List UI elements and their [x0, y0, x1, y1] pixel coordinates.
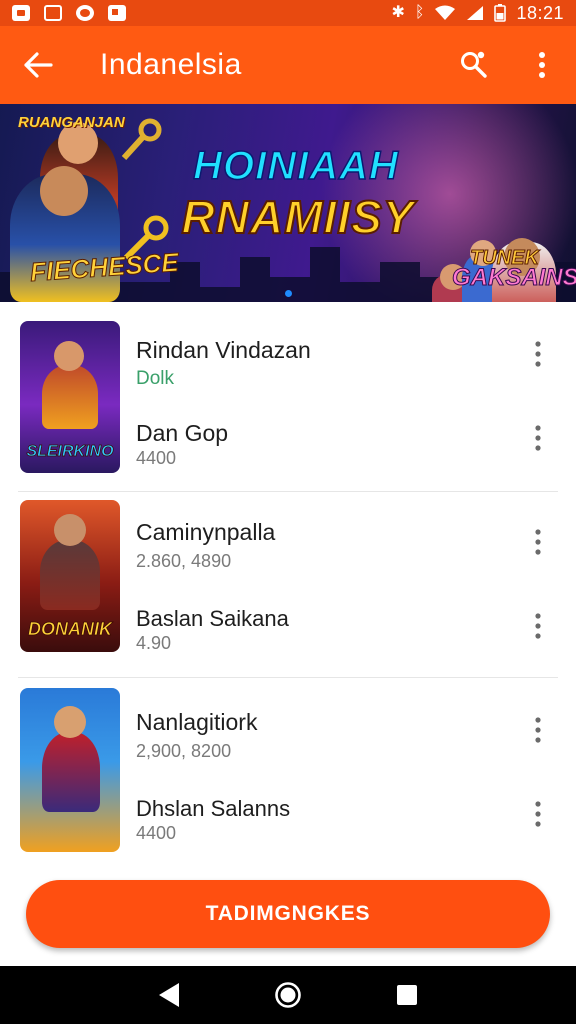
more-vertical-icon	[535, 425, 541, 451]
nav-home-icon	[275, 982, 301, 1008]
share-icon	[461, 51, 487, 78]
item-title: Baslan Saikana	[136, 606, 289, 631]
more-vertical-icon	[539, 52, 545, 78]
list-item[interactable]: Nanlagitiork 2,900, 8200 Dhslan Salanns …	[0, 678, 576, 866]
back-button[interactable]	[0, 26, 76, 104]
game-thumbnail[interactable]	[20, 688, 120, 852]
item-subtitle: Dolk	[136, 368, 175, 389]
character-illustration	[42, 365, 98, 429]
app-bar: Indanelsia	[0, 26, 576, 104]
more-vertical-icon	[535, 717, 541, 743]
character-illustration	[42, 732, 100, 812]
item-subtitle: 4.90	[136, 633, 172, 653]
item-subtitle: 2.860, 4890	[136, 551, 232, 571]
signal-icon	[467, 6, 484, 20]
item-subtitle: 4400	[136, 823, 177, 843]
nav-recents-button[interactable]	[387, 975, 427, 1015]
character-illustration	[54, 341, 84, 371]
item-title: Rindan Vindazan	[136, 337, 311, 363]
more-vertical-icon	[535, 801, 541, 827]
system-navigation-bar	[0, 966, 576, 1024]
item-title: Dan Gop	[136, 420, 229, 446]
nav-home-button[interactable]	[268, 975, 308, 1015]
thumbnail-label: SLEIRKINO	[26, 443, 114, 461]
arrow-left-icon	[24, 52, 53, 78]
share-button[interactable]	[440, 26, 508, 104]
promo-banner[interactable]: RUANGANJAN FIECHESCE HOINIAAH RNAMIISY T…	[0, 104, 576, 302]
notification-icon	[12, 5, 30, 21]
carousel-indicator[interactable]	[285, 290, 292, 297]
item-title: Nanlagitiork	[136, 709, 258, 735]
game-thumbnail[interactable]: DONANIK	[20, 500, 120, 652]
status-bar: ✱ ᛒ 18:21	[0, 0, 576, 26]
nav-recents-icon	[396, 985, 417, 1005]
item-subtitle: 2,900, 8200	[136, 741, 232, 761]
clock: 18:21	[516, 2, 564, 23]
hero-figure	[40, 166, 88, 216]
banner-headline: HOINIAAH	[192, 143, 399, 189]
app-icon	[76, 5, 94, 21]
list-item[interactable]: SLEIRKINO Rindan Vindazan Dolk Dan Gop 4…	[0, 304, 576, 492]
nav-back-icon	[159, 983, 180, 1007]
character-illustration	[40, 540, 100, 610]
overflow-menu-button[interactable]	[508, 26, 576, 104]
more-vertical-icon	[535, 529, 541, 555]
gallery-icon	[44, 5, 62, 21]
more-vertical-icon	[535, 341, 541, 367]
wifi-icon	[435, 5, 456, 20]
primary-action-button[interactable]: TADIMGNGKES	[26, 880, 550, 948]
item-more-button[interactable]	[522, 522, 554, 562]
bluetooth-icon: ᛒ	[414, 4, 425, 21]
page-title: Indanelsia	[100, 48, 242, 81]
banner-tag: RUANGANJAN	[18, 114, 125, 131]
nav-back-button[interactable]	[149, 975, 189, 1015]
item-more-button[interactable]	[522, 794, 554, 834]
photo-icon	[108, 5, 126, 21]
character-illustration	[54, 514, 86, 546]
list-item[interactable]: DONANIK Caminynpalla 2.860, 4890 Baslan …	[0, 490, 576, 678]
item-more-button[interactable]	[522, 710, 554, 750]
item-subtitle: 4400	[136, 448, 177, 468]
character-illustration	[54, 706, 86, 738]
item-title: Dhslan Salanns	[136, 796, 291, 821]
item-title: Caminynpalla	[136, 519, 276, 545]
item-more-button[interactable]	[522, 418, 554, 458]
banner-headline-secondary: RNAMIISY	[181, 190, 415, 244]
banner-right-subtitle-2: GAKSAINS	[452, 264, 576, 292]
game-thumbnail[interactable]: SLEIRKINO	[20, 321, 120, 473]
item-more-button[interactable]	[522, 606, 554, 646]
more-vertical-icon	[535, 613, 541, 639]
battery-icon	[494, 4, 507, 22]
bluetooth-icon: ✱	[391, 4, 405, 21]
thumbnail-label: DONANIK	[28, 619, 113, 640]
item-more-button[interactable]	[522, 334, 554, 374]
